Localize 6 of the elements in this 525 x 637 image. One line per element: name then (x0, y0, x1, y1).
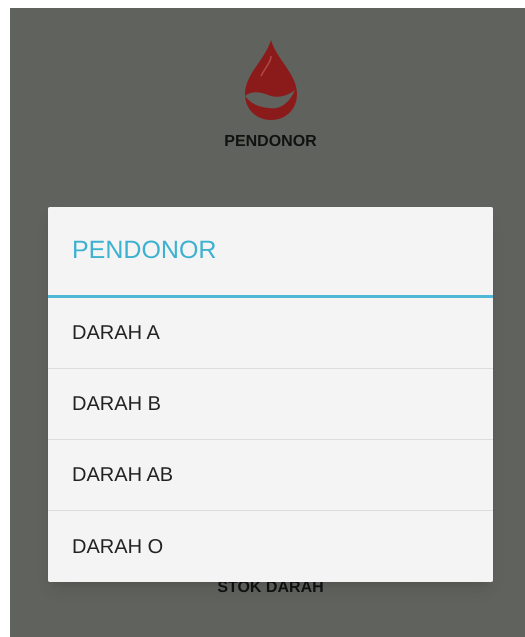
list-item[interactable]: DARAH AB (48, 440, 493, 511)
app-label: PENDONOR (224, 132, 317, 152)
list-item[interactable]: DARAH A (48, 298, 493, 369)
dialog-title: PENDONOR (48, 207, 493, 298)
list-item[interactable]: DARAH O (48, 511, 493, 582)
list-item[interactable]: DARAH B (48, 369, 493, 440)
